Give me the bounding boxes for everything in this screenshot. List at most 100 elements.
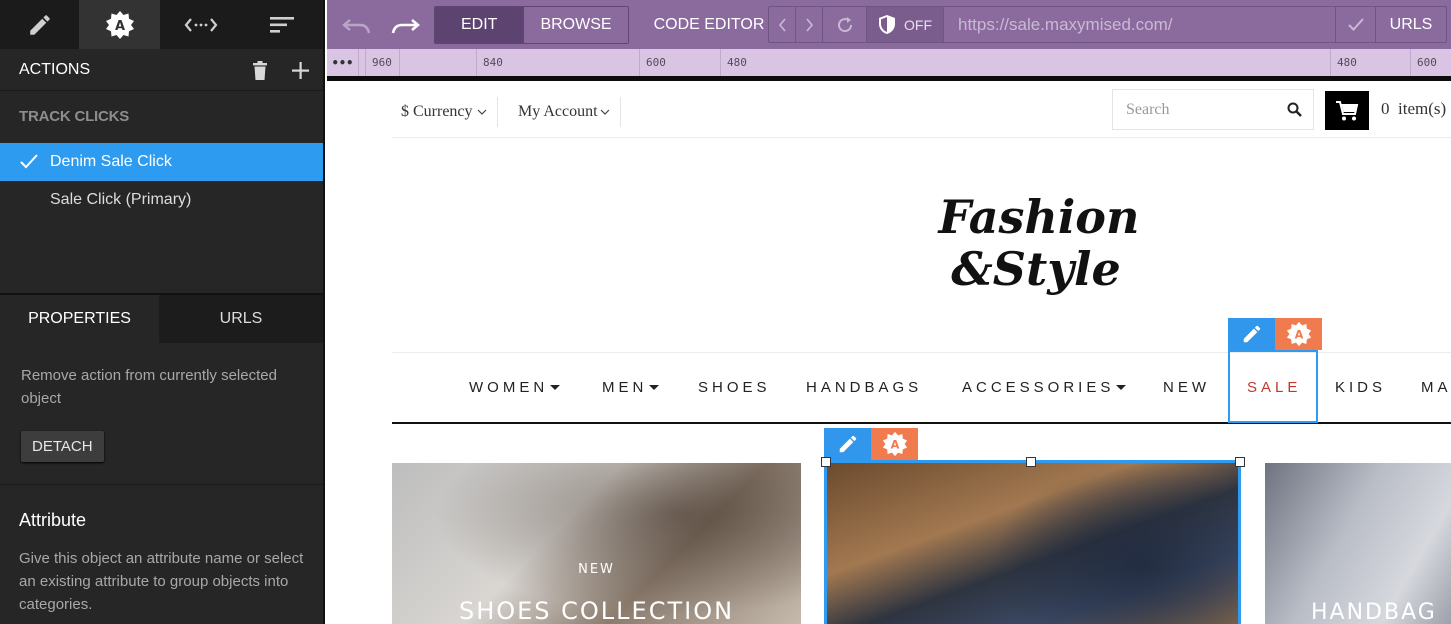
urls-button[interactable]: URLS xyxy=(1376,7,1446,42)
ruler-tick: 480 xyxy=(720,49,747,76)
shield-state: OFF xyxy=(904,16,932,33)
logo-line-2: &Style xyxy=(951,242,1120,296)
badge-a-icon: A xyxy=(882,431,907,457)
cart-count[interactable]: 0 item(s) xyxy=(1381,99,1446,119)
resize-handle[interactable] xyxy=(1235,457,1245,467)
actions-header: ACTIONS xyxy=(0,49,323,91)
nav-item-women[interactable]: WOMEN xyxy=(469,353,561,422)
left-panel: A ACTIONS TRACK CLICKS Denim Sale Click … xyxy=(0,0,325,624)
banner-overlay-buttons: A xyxy=(824,428,918,460)
ruler-menu-dots[interactable]: ••• xyxy=(327,49,359,76)
edit-mode-button[interactable]: EDIT xyxy=(435,6,524,43)
code-arrows-icon xyxy=(184,17,217,32)
account-label: My Account xyxy=(518,103,598,120)
properties-description: Remove action from currently selected ob… xyxy=(21,367,277,407)
tab-urls[interactable]: URLS xyxy=(159,295,323,343)
divider xyxy=(0,484,323,485)
pencil-icon xyxy=(1243,325,1260,343)
account-dropdown[interactable]: My Account xyxy=(518,97,621,127)
sort-lines-icon xyxy=(269,16,294,33)
check-icon xyxy=(20,154,38,169)
banner-title: HANDBAG xyxy=(1311,600,1437,624)
search-input[interactable]: Search xyxy=(1112,89,1314,130)
undo-button[interactable] xyxy=(329,6,385,43)
mode-toggle: EDIT BROWSE xyxy=(434,5,629,44)
currency-label: $ Currency xyxy=(401,103,473,120)
action-label: Sale Click (Primary) xyxy=(50,191,192,208)
tab-sort[interactable] xyxy=(241,0,322,49)
editor-toolbar: EDIT BROWSE CODE EDITOR OFF https://sale… xyxy=(327,0,1451,49)
fashion-style-logo[interactable]: Fashion &Style xyxy=(934,181,1144,306)
nav-item-shoes[interactable]: SHOES xyxy=(698,353,771,422)
detach-button[interactable]: DETACH xyxy=(21,431,104,462)
site-preview: $ Currency My Account Search 0 item(s) F… xyxy=(327,81,1451,624)
banner-selection-outline xyxy=(824,460,1241,624)
plus-icon[interactable] xyxy=(292,61,309,79)
ruler-tick: 840 xyxy=(399,49,406,76)
shield-icon xyxy=(879,15,895,34)
group-title: TRACK CLICKS xyxy=(19,108,130,125)
url-text: https://sale.maxymised.com/ xyxy=(958,14,1173,34)
cart-count-number: 0 xyxy=(1381,99,1390,118)
badge-a-icon: A xyxy=(105,10,134,39)
properties-tabs: PROPERTIES URLS xyxy=(0,295,323,343)
ruler-tick: 600 xyxy=(639,49,666,76)
search-icon[interactable] xyxy=(1287,102,1302,117)
chevron-left-icon xyxy=(778,17,786,32)
nav-item-accessories[interactable]: ACCESSORIES xyxy=(962,353,1127,422)
url-bar: OFF https://sale.maxymised.com/ URLS xyxy=(768,6,1447,43)
svg-text:A: A xyxy=(1294,328,1303,341)
tab-edit[interactable] xyxy=(0,0,79,49)
currency-dropdown[interactable]: $ Currency xyxy=(401,97,498,127)
cart-button[interactable] xyxy=(1325,91,1369,130)
trash-icon[interactable] xyxy=(252,60,268,80)
browse-mode-button[interactable]: BROWSE xyxy=(523,6,628,43)
nav-item-handbags[interactable]: HANDBAGS xyxy=(806,353,922,422)
overlay-edit-button[interactable] xyxy=(1228,318,1275,350)
banner-shoes[interactable]: NEW SHOES COLLECTION xyxy=(392,463,801,624)
pencil-icon xyxy=(29,14,50,35)
nav-item-new[interactable]: NEW xyxy=(1163,353,1210,422)
tab-actions[interactable]: A xyxy=(79,0,160,49)
attribute-title: Attribute xyxy=(19,510,87,530)
forward-button[interactable] xyxy=(796,7,823,42)
attribute-description: Give this object an attribute name or se… xyxy=(19,550,304,613)
chevron-down-icon xyxy=(600,109,609,115)
resize-handle[interactable] xyxy=(1026,457,1036,467)
resize-handle[interactable] xyxy=(821,457,831,467)
action-item-denim-sale-click[interactable]: Denim Sale Click xyxy=(0,143,323,181)
pencil-icon xyxy=(839,435,856,453)
refresh-icon xyxy=(837,16,852,32)
svg-text:A: A xyxy=(890,438,899,451)
redo-icon xyxy=(391,18,420,33)
cart-icon xyxy=(1336,100,1359,120)
svg-text:A: A xyxy=(114,19,124,34)
tab-properties[interactable]: PROPERTIES xyxy=(0,295,159,343)
overlay-action-button[interactable]: A xyxy=(871,428,918,460)
action-item-sale-click-primary[interactable]: Sale Click (Primary) xyxy=(0,181,323,219)
refresh-button[interactable] xyxy=(823,7,867,42)
ruler-tick: 600 xyxy=(1410,49,1437,76)
banner-kicker: NEW xyxy=(578,562,615,577)
back-button[interactable] xyxy=(769,7,796,42)
nav-item-more[interactable]: MA xyxy=(1421,353,1451,422)
banner-handbags[interactable]: HANDBAG xyxy=(1265,463,1451,624)
code-editor-button[interactable]: CODE EDITOR xyxy=(654,6,765,43)
badge-a-icon: A xyxy=(1286,321,1311,347)
url-input[interactable]: https://sale.maxymised.com/ xyxy=(944,7,1336,42)
sale-overlay-buttons: A xyxy=(1228,318,1322,350)
tab-code[interactable] xyxy=(160,0,241,49)
panel-tabs: A xyxy=(0,0,323,49)
site-topbar: $ Currency My Account Search 0 item(s) xyxy=(392,81,1451,138)
overlay-action-button[interactable]: A xyxy=(1275,318,1322,350)
redo-button[interactable] xyxy=(385,6,425,43)
overlay-edit-button[interactable] xyxy=(824,428,871,460)
shield-toggle[interactable]: OFF xyxy=(867,7,944,42)
search-placeholder: Search xyxy=(1126,100,1170,118)
banner-title: SHOES COLLECTION xyxy=(458,597,735,624)
undo-icon xyxy=(342,18,371,33)
confirm-url-button[interactable] xyxy=(1336,7,1376,42)
sale-selection-outline xyxy=(1228,350,1318,423)
nav-item-men[interactable]: MEN xyxy=(602,353,660,422)
nav-item-kids[interactable]: KIDS xyxy=(1335,353,1386,422)
